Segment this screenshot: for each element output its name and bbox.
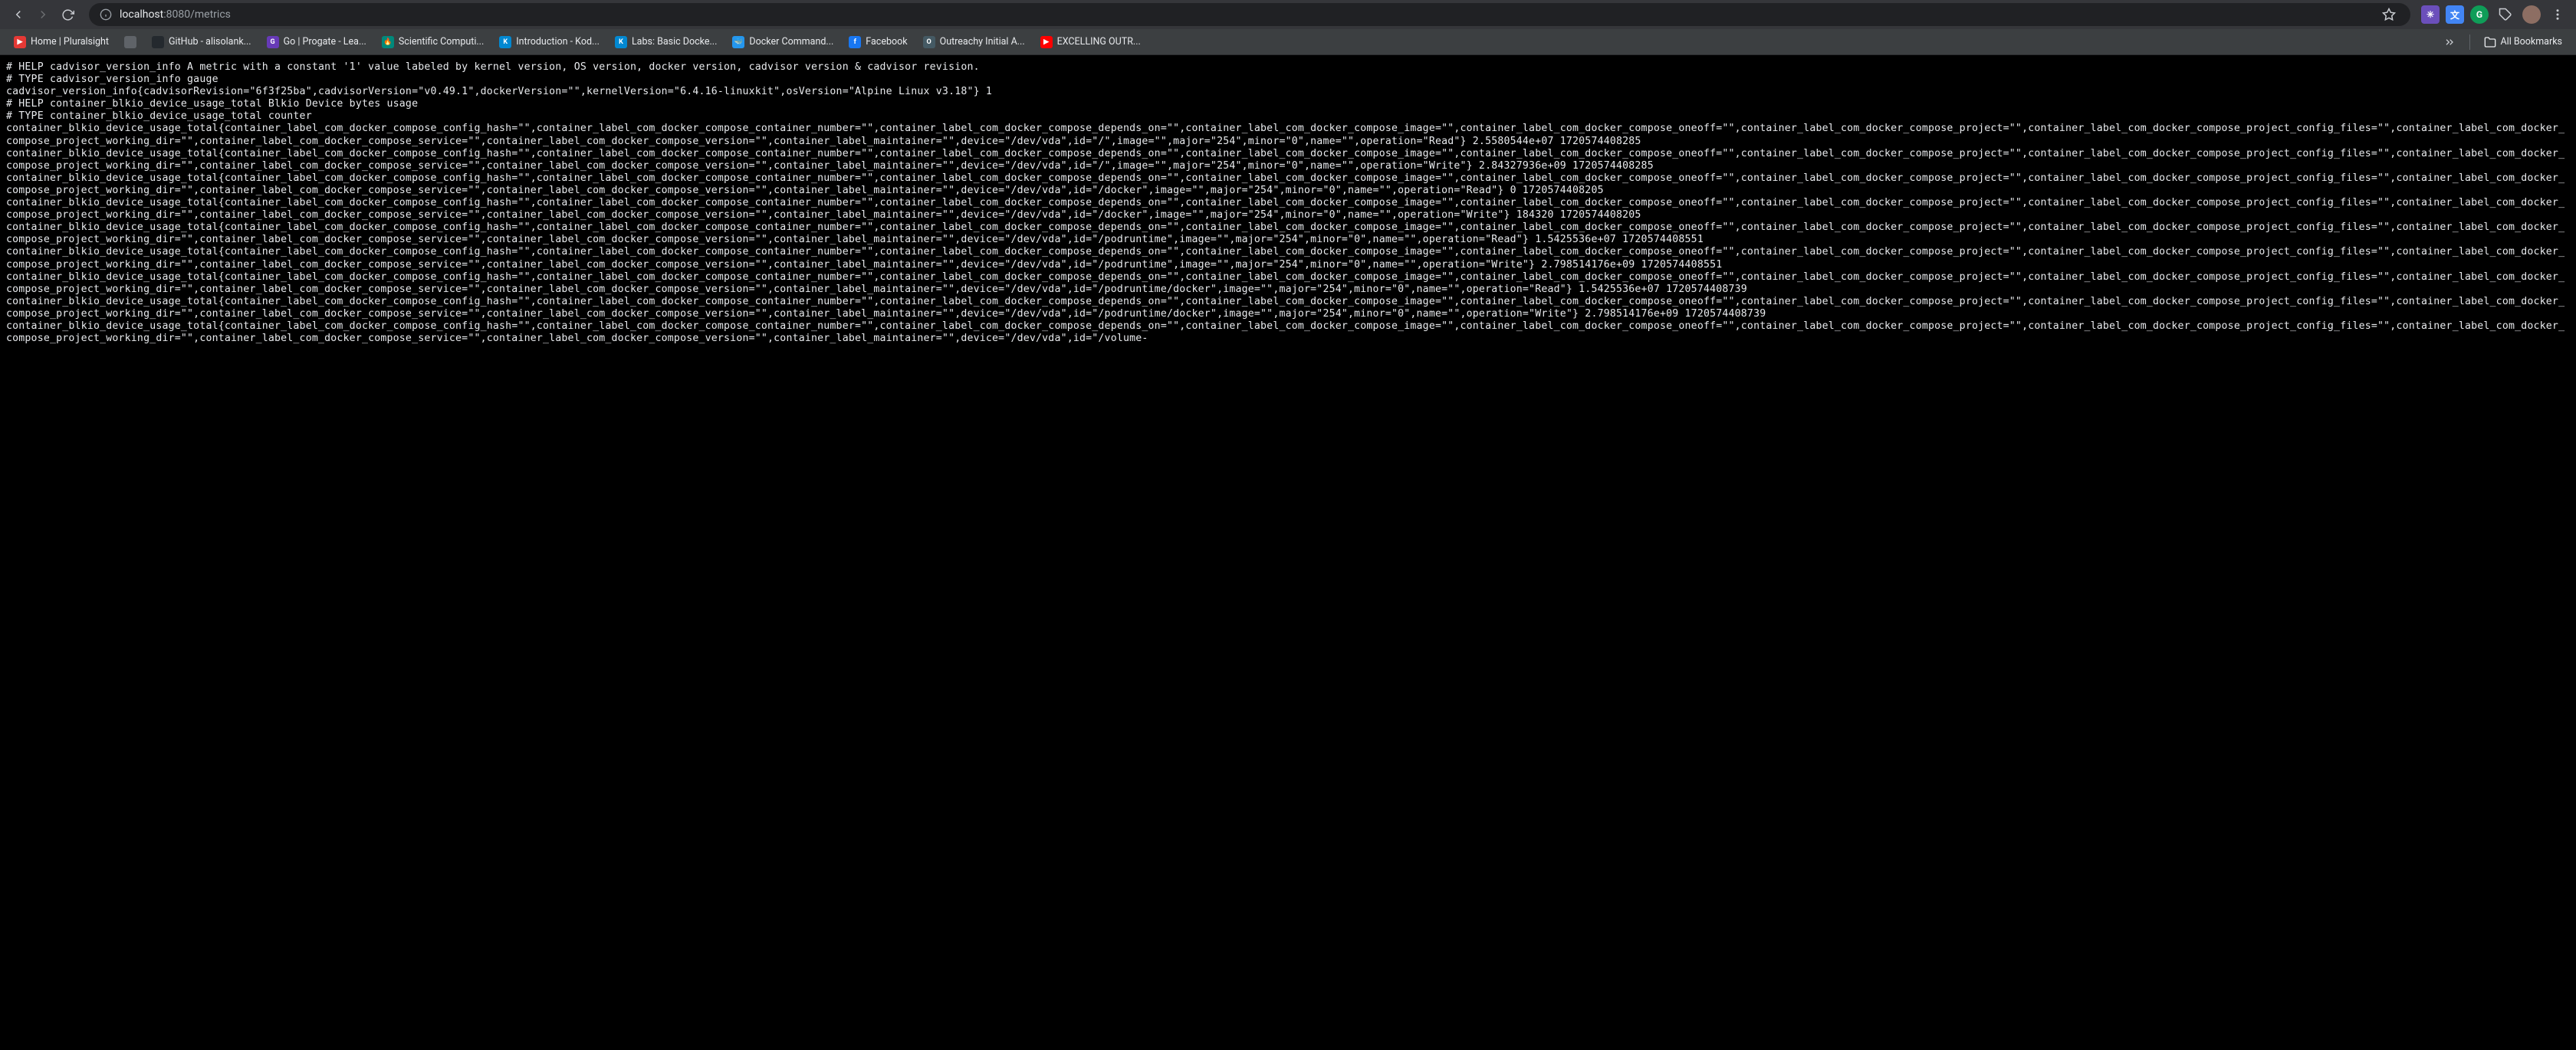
extension-grammarly-icon[interactable]: G [2470, 5, 2489, 24]
arrow-left-icon [12, 8, 25, 21]
bookmark-item[interactable]: ▶ Home | Pluralsight [8, 33, 115, 51]
bookmark-item[interactable]: ▶ EXCELLING OUTR... [1034, 33, 1147, 51]
bookmark-label: Docker Command... [749, 36, 833, 48]
bookmarks-bar: ▶ Home | Pluralsight GitHub - alisolank...… [0, 29, 2576, 55]
metrics-output: # HELP cadvisor_version_info A metric wi… [0, 55, 2576, 351]
bookmark-favicon: K [499, 36, 511, 48]
arrow-right-icon [36, 8, 50, 21]
bookmark-star-icon[interactable] [2378, 4, 2400, 25]
all-bookmarks-button[interactable]: All Bookmarks [2478, 33, 2569, 51]
bookmark-favicon [152, 36, 164, 48]
kebab-icon [2551, 8, 2564, 21]
bookmark-favicon: 🔥 [382, 36, 394, 48]
bookmark-favicon [124, 36, 136, 48]
forward-button[interactable] [32, 4, 54, 25]
bookmark-favicon: K [615, 36, 627, 48]
bookmark-label: Labs: Basic Docke... [632, 36, 717, 48]
address-bar[interactable]: localhost:8080/metrics [89, 3, 2410, 26]
reload-icon [61, 8, 74, 21]
divider [2469, 34, 2470, 50]
bookmarks-overflow[interactable] [2437, 33, 2462, 51]
bookmark-item[interactable]: O Outreachy Initial A... [917, 33, 1031, 51]
bookmark-favicon: O [923, 36, 935, 48]
bookmark-item[interactable]: K Introduction - Kod... [493, 33, 606, 51]
bookmark-label: Outreachy Initial A... [940, 36, 1025, 48]
url-text: localhost:8080/metrics [120, 8, 2371, 21]
all-bookmarks-label: All Bookmarks [2501, 36, 2563, 48]
bookmark-favicon: ▶ [1040, 36, 1053, 48]
bookmark-item[interactable]: K Labs: Basic Docke... [609, 33, 723, 51]
back-button[interactable] [8, 4, 29, 25]
bookmark-label: Home | Pluralsight [31, 36, 109, 48]
bookmark-item[interactable]: 🔥 Scientific Computi... [376, 33, 490, 51]
folder-icon [2484, 36, 2496, 48]
reload-button[interactable] [57, 4, 78, 25]
bookmark-favicon: 🐳 [732, 36, 744, 48]
bookmark-item[interactable]: 🐳 Docker Command... [726, 33, 840, 51]
bookmark-label: Scientific Computi... [399, 36, 484, 48]
bookmark-item[interactable]: GitHub - alisolank... [146, 33, 258, 51]
url-host: localhost [120, 8, 163, 21]
bookmark-item[interactable]: G Go | Progate - Lea... [261, 33, 373, 51]
bookmark-favicon: ▶ [14, 36, 26, 48]
browser-toolbar: localhost:8080/metrics ✳ 文 G [0, 0, 2576, 29]
site-info-icon[interactable] [100, 8, 112, 21]
bookmark-favicon: G [267, 36, 279, 48]
extension-icon[interactable]: ✳ [2421, 5, 2440, 24]
bookmark-item[interactable]: f Facebook [843, 33, 913, 51]
extension-translate-icon[interactable]: 文 [2446, 5, 2464, 24]
bookmark-label: Facebook [866, 36, 907, 48]
bookmark-label: EXCELLING OUTR... [1057, 36, 1141, 48]
bookmark-favicon: f [849, 36, 861, 48]
chevron-right-double-icon [2443, 36, 2456, 48]
bookmark-item[interactable] [118, 33, 143, 51]
bookmark-label: Introduction - Kod... [516, 36, 600, 48]
menu-button[interactable] [2547, 4, 2568, 25]
url-port-path: :8080/metrics [163, 8, 231, 21]
bookmark-label: GitHub - alisolank... [169, 36, 251, 48]
extensions-button[interactable] [2495, 4, 2516, 25]
bookmark-label: Go | Progate - Lea... [284, 36, 366, 48]
profile-avatar[interactable] [2522, 5, 2541, 24]
